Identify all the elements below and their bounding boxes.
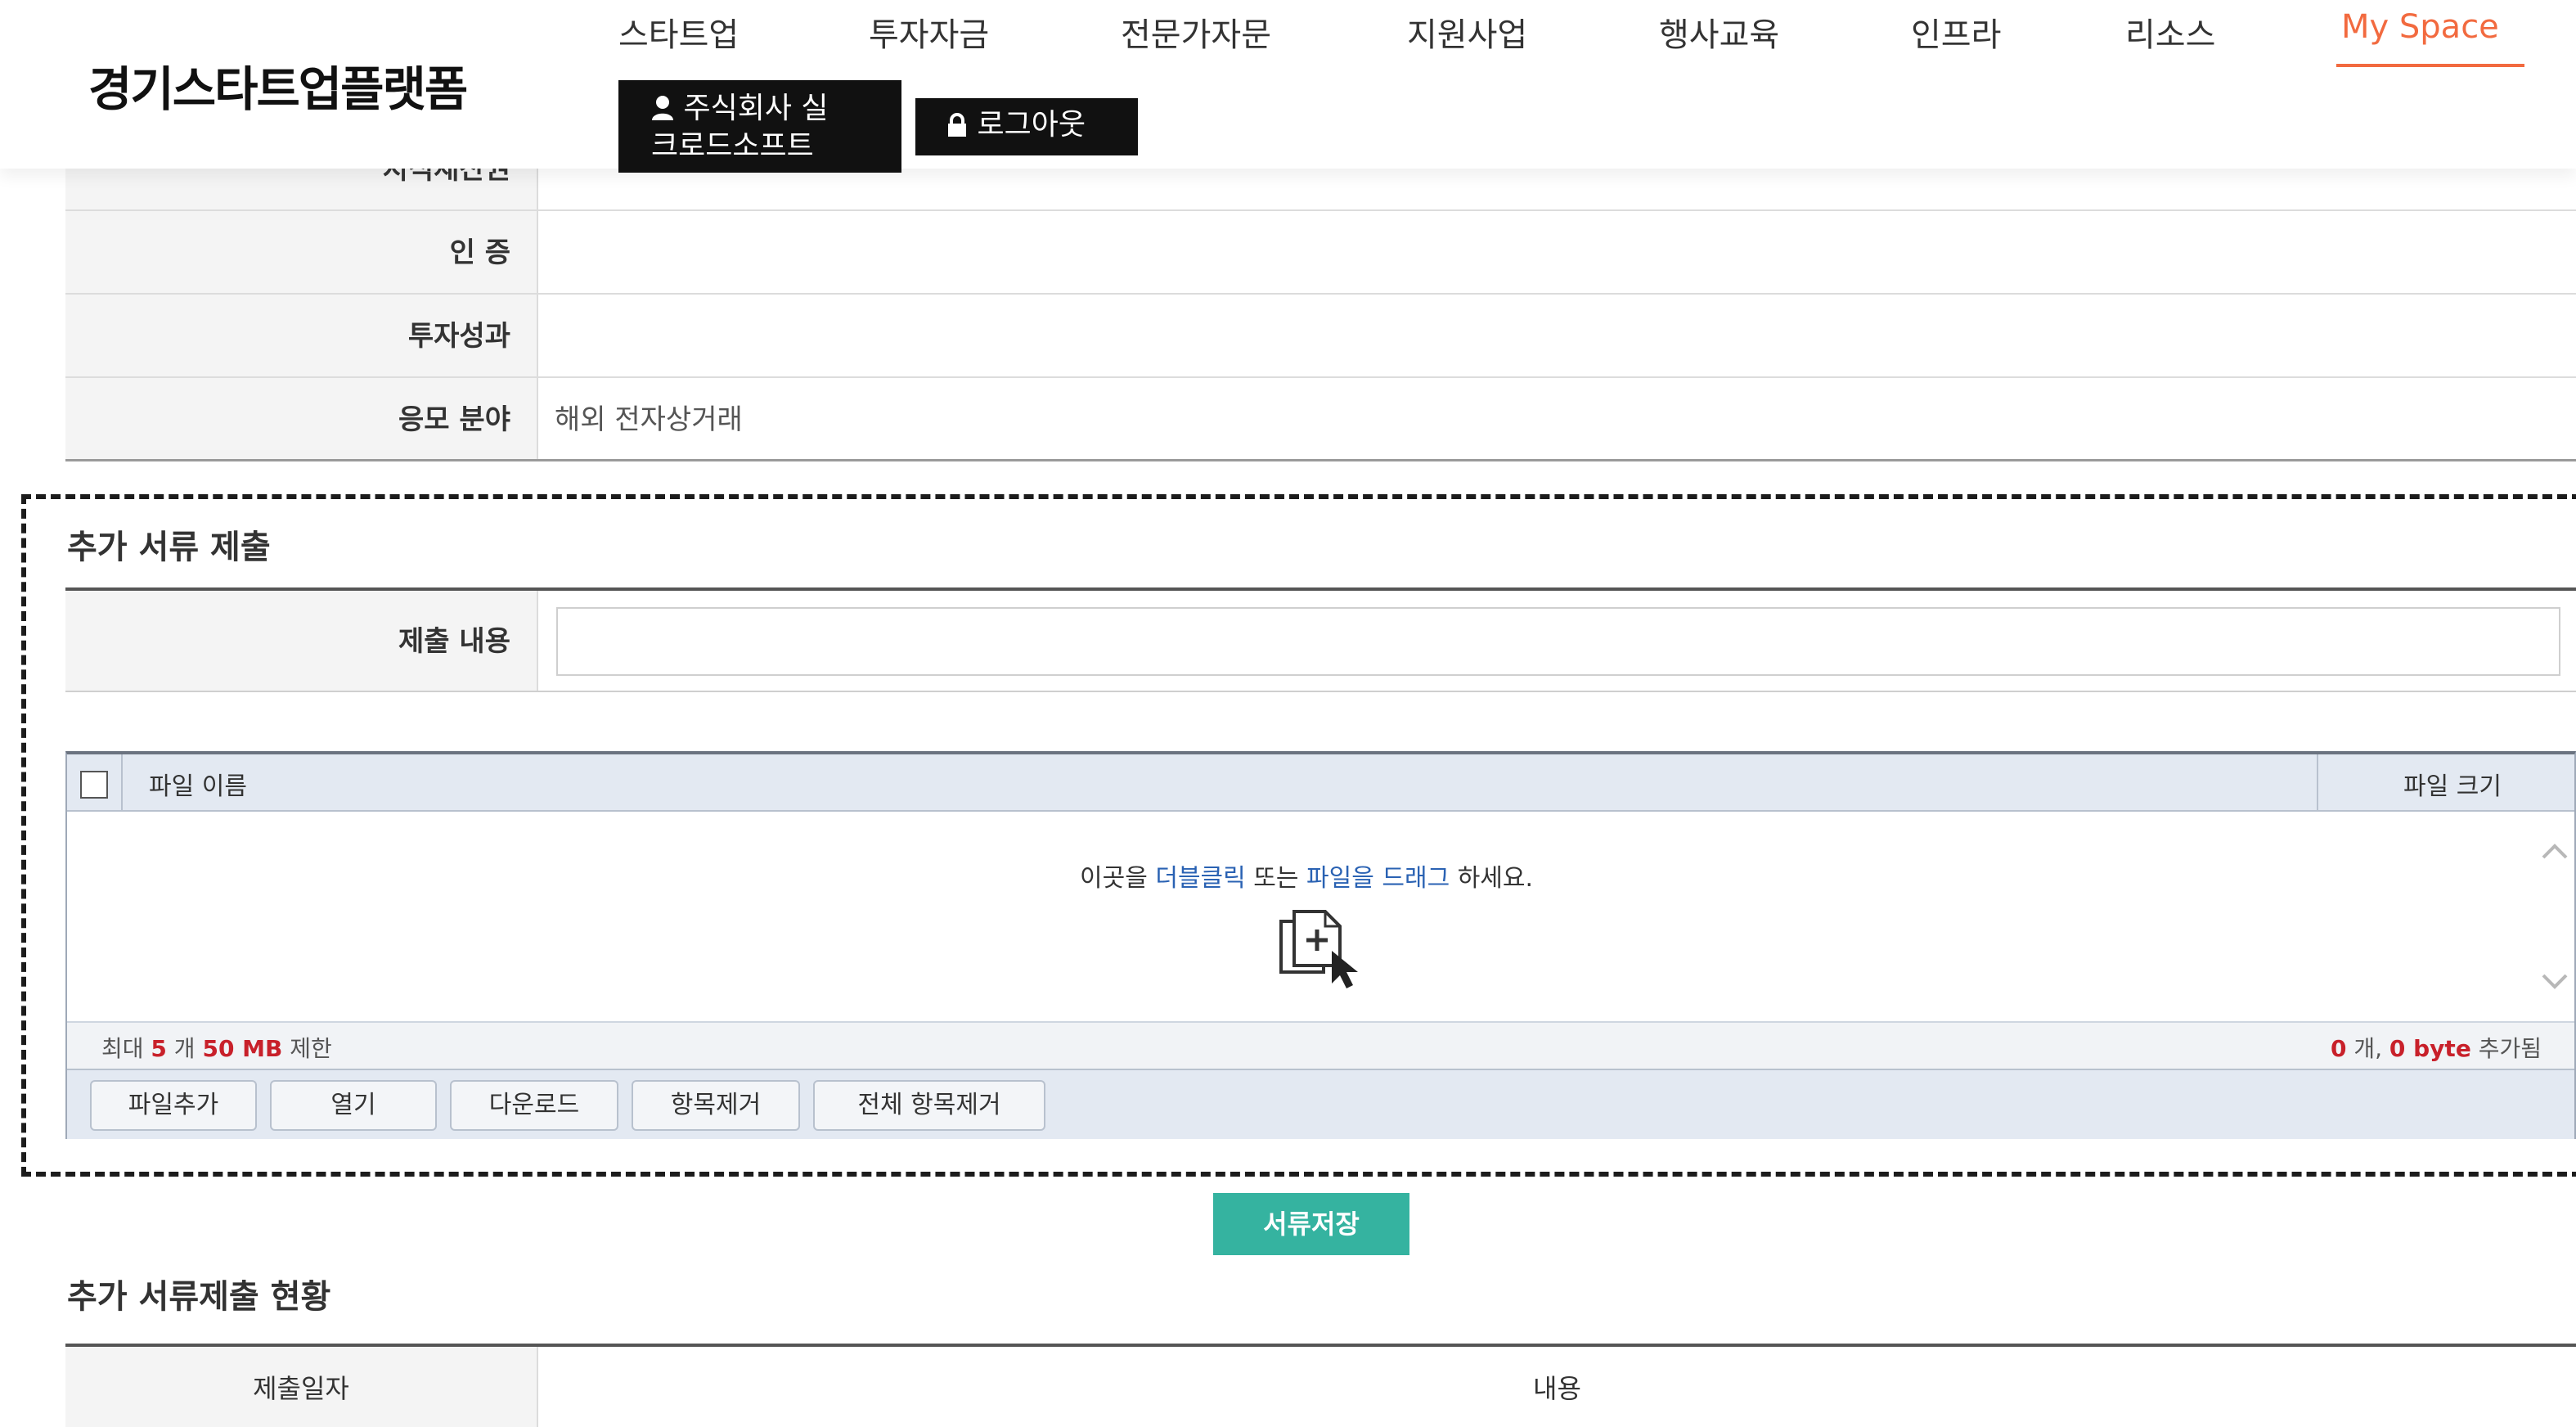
file-list-header: 파일 이름 파일 크기 xyxy=(67,754,2574,812)
nav-my-space[interactable]: My Space xyxy=(2341,8,2499,46)
download-button[interactable]: 다운로드 xyxy=(450,1080,618,1131)
submission-status-table-header: 제출일자 내용 xyxy=(65,1344,2576,1427)
info-label: 응모 분야 xyxy=(65,378,538,459)
nav-event-education[interactable]: 행사교육 xyxy=(1659,8,1779,56)
added-count: 0 xyxy=(2330,1035,2347,1062)
nav-investment[interactable]: 투자자금 xyxy=(869,8,989,56)
submit-content-input[interactable] xyxy=(556,607,2560,676)
logout-label: 로그아웃 xyxy=(977,108,1086,142)
upload-limit-text: 최대 5 개 50 MB 제한 xyxy=(101,1031,332,1064)
chevron-up-icon[interactable] xyxy=(2540,841,2569,861)
add-file-button[interactable]: 파일추가 xyxy=(90,1080,257,1131)
info-row-certification: 인 증 xyxy=(65,211,2576,295)
file-drop-zone[interactable]: 이곳을 더블클릭 또는 파일을 드래그 하세요. xyxy=(67,812,2574,1021)
column-divider xyxy=(2317,754,2318,812)
upload-status-bar: 최대 5 개 50 MB 제한 0 개, 0 byte 추가됨 xyxy=(67,1021,2574,1069)
nav-infra[interactable]: 인프라 xyxy=(1911,8,2001,56)
open-file-button[interactable]: 열기 xyxy=(270,1080,437,1131)
limit-count: 5 xyxy=(151,1035,167,1062)
limit-size: 50 MB xyxy=(202,1035,283,1062)
user-icon xyxy=(652,96,673,120)
uploader-toolbar: 파일추가 열기 다운로드 항목제거 전체 항목제거 xyxy=(67,1069,2574,1139)
remove-item-button[interactable]: 항목제거 xyxy=(632,1080,800,1131)
section-title-submission-status: 추가 서류제출 현황 xyxy=(67,1278,331,1316)
column-header-file-size[interactable]: 파일 크기 xyxy=(2403,766,2502,802)
active-nav-indicator xyxy=(2336,64,2524,67)
info-label: 투자성과 xyxy=(65,295,538,376)
lock-icon xyxy=(948,113,966,137)
info-label: 인 증 xyxy=(65,211,538,293)
user-name-line2: 크로드소프트 xyxy=(651,129,814,163)
drop-text-suffix: 하세요. xyxy=(1450,864,1534,893)
added-size: 0 byte xyxy=(2389,1035,2471,1062)
drop-text-prefix: 이곳을 xyxy=(1080,864,1156,893)
nav-expert-advice[interactable]: 전문가자문 xyxy=(1121,8,1271,56)
column-header-file-name[interactable]: 파일 이름 xyxy=(149,766,247,802)
added-files-summary: 0 개, 0 byte 추가됨 xyxy=(2331,1031,2542,1064)
added-count-unit: 개, xyxy=(2346,1035,2389,1062)
section-title-additional-docs: 추가 서류 제출 xyxy=(67,529,271,566)
info-row-investment-result: 투자성과 xyxy=(65,295,2576,378)
column-divider xyxy=(121,754,123,812)
column-header-submit-date: 제출일자 xyxy=(65,1347,538,1427)
nav-support-program[interactable]: 지원사업 xyxy=(1407,8,1527,56)
drop-instruction: 이곳을 더블클릭 또는 파일을 드래그 하세요. xyxy=(1080,858,1533,894)
added-suffix: 추가됨 xyxy=(2470,1035,2542,1062)
user-name-line1: 주식회사 실 xyxy=(683,92,829,125)
add-file-icon xyxy=(1279,910,1358,988)
file-uploader: 파일 이름 파일 크기 이곳을 더블클릭 또는 파일을 드래그 하세요. 최대 … xyxy=(65,751,2576,1139)
select-all-checkbox[interactable] xyxy=(80,771,108,799)
submit-content-row: 제출 내용 xyxy=(65,591,2576,692)
info-row-application-field: 응모 분야 해외 전자상거래 xyxy=(65,378,2576,461)
double-click-link: 더블클릭 xyxy=(1155,864,1246,893)
chevron-down-icon[interactable] xyxy=(2540,972,2569,992)
info-value: 해외 전자상거래 xyxy=(555,403,743,436)
column-header-content: 내용 xyxy=(1533,1373,1581,1404)
logout-button[interactable]: 로그아웃 xyxy=(915,98,1138,155)
nav-resource[interactable]: 리소스 xyxy=(2125,8,2215,56)
submit-content-label: 제출 내용 xyxy=(65,591,538,691)
drop-text-mid: 또는 xyxy=(1245,864,1307,893)
limit-suffix: 제한 xyxy=(282,1035,332,1062)
user-account-button[interactable]: 주식회사 실 크로드소프트 xyxy=(618,80,901,173)
limit-count-unit: 개 xyxy=(166,1035,203,1062)
site-logo[interactable]: 경기스타트업플랫폼 xyxy=(88,51,468,119)
save-documents-button[interactable]: 서류저장 xyxy=(1213,1193,1409,1255)
site-header: 경기스타트업플랫폼 스타트업 투자자금 전문가자문 지원사업 행사교육 인프라 … xyxy=(0,0,2576,173)
remove-all-button[interactable]: 전체 항목제거 xyxy=(813,1080,1045,1131)
drag-file-link: 파일을 드래그 xyxy=(1306,864,1450,893)
nav-startup[interactable]: 스타트업 xyxy=(618,8,739,56)
limit-prefix: 최대 xyxy=(101,1035,151,1062)
